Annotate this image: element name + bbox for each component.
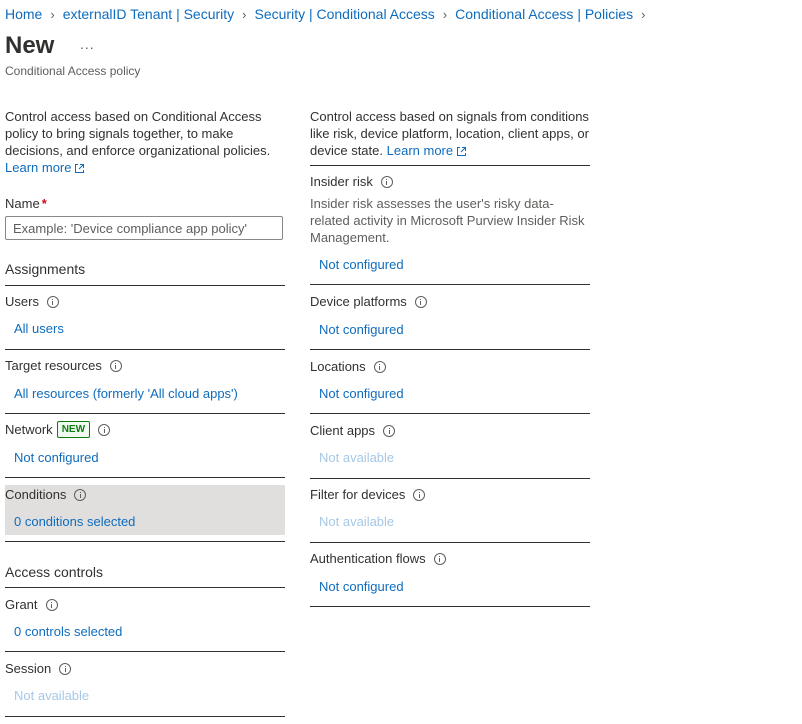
insider-risk-label: Insider risk — [310, 174, 393, 189]
info-icon[interactable] — [98, 423, 111, 436]
grant-value-link[interactable]: 0 controls selected — [14, 624, 122, 639]
info-icon[interactable] — [59, 662, 72, 675]
required-marker: * — [41, 196, 47, 211]
insider-risk-value-link[interactable]: Not configured — [319, 257, 404, 272]
divider — [5, 541, 285, 542]
divider — [5, 477, 285, 478]
learn-more-link-left[interactable]: Learn more — [5, 160, 85, 175]
breadcrumb: Home › externalID Tenant | Security › Se… — [5, 5, 653, 23]
divider — [310, 542, 590, 543]
network-label: Network NEW — [5, 421, 111, 438]
divider — [5, 587, 285, 588]
info-icon[interactable] — [109, 359, 122, 372]
divider — [5, 651, 285, 652]
target-resources-value-link[interactable]: All resources (formerly 'All cloud apps'… — [14, 386, 238, 401]
users-label: Users — [5, 294, 59, 309]
chevron-right-icon: › — [641, 6, 646, 22]
external-link-icon — [75, 164, 85, 174]
conditions-value-link[interactable]: 0 conditions selected — [14, 514, 135, 529]
info-icon[interactable] — [74, 488, 87, 501]
info-icon[interactable] — [413, 488, 426, 501]
right-description-block: Control access based on signals from con… — [310, 108, 590, 159]
external-link-icon — [457, 147, 467, 157]
divider — [310, 413, 590, 414]
breadcrumb-security-conditional-access[interactable]: Security | Conditional Access — [255, 6, 435, 22]
authentication-flows-label: Authentication flows — [310, 551, 446, 566]
info-icon[interactable] — [45, 598, 58, 611]
device-platforms-value-link[interactable]: Not configured — [319, 322, 404, 337]
users-value-link[interactable]: All users — [14, 321, 64, 336]
breadcrumb-policies[interactable]: Conditional Access | Policies — [455, 6, 633, 22]
chevron-right-icon: › — [442, 6, 448, 22]
info-icon[interactable] — [383, 424, 396, 437]
locations-value-link[interactable]: Not configured — [319, 386, 404, 401]
divider — [310, 284, 590, 285]
authentication-flows-value-link[interactable]: Not configured — [319, 579, 404, 594]
grant-label: Grant — [5, 597, 58, 612]
breadcrumb-tenant-security[interactable]: externalID Tenant | Security — [63, 6, 234, 22]
device-platforms-label: Device platforms — [310, 294, 427, 309]
session-value: Not available — [14, 688, 90, 703]
target-resources-label: Target resources — [5, 358, 122, 373]
filter-for-devices-label: Filter for devices — [310, 487, 426, 502]
left-description-block: Control access based on Conditional Acce… — [5, 108, 285, 176]
client-apps-value: Not available — [319, 450, 395, 465]
name-input[interactable] — [5, 216, 283, 240]
divider — [310, 165, 590, 166]
divider — [310, 606, 590, 607]
access-controls-heading: Access controls — [5, 564, 104, 580]
page-title: New — [5, 32, 55, 59]
chevron-right-icon: › — [50, 6, 55, 22]
info-icon[interactable] — [380, 175, 393, 188]
insider-risk-description: Insider risk assesses the user's risky d… — [310, 196, 585, 245]
network-value-link[interactable]: Not configured — [14, 450, 99, 465]
info-icon[interactable] — [414, 295, 427, 308]
assignments-heading: Assignments — [5, 261, 86, 277]
divider — [5, 285, 285, 286]
breadcrumb-home[interactable]: Home — [5, 6, 42, 22]
more-options-button[interactable]: ... — [80, 36, 95, 52]
divider — [310, 478, 590, 479]
name-field-label: Name * — [5, 196, 47, 211]
left-description: Control access based on Conditional Acce… — [5, 109, 271, 158]
divider — [5, 716, 285, 717]
client-apps-label: Client apps — [310, 423, 396, 438]
page-subtitle: Conditional Access policy — [5, 64, 141, 78]
chevron-right-icon: › — [242, 6, 247, 22]
locations-label: Locations — [310, 359, 386, 374]
info-icon[interactable] — [373, 360, 386, 373]
conditions-label: Conditions — [5, 487, 87, 502]
learn-more-link-right[interactable]: Learn more — [387, 143, 467, 158]
info-icon[interactable] — [46, 295, 59, 308]
new-badge: NEW — [56, 421, 91, 438]
divider — [310, 349, 590, 350]
session-label: Session — [5, 661, 72, 676]
info-icon[interactable] — [433, 552, 446, 565]
divider — [5, 349, 285, 350]
divider — [5, 413, 285, 414]
filter-for-devices-value: Not available — [319, 514, 395, 529]
